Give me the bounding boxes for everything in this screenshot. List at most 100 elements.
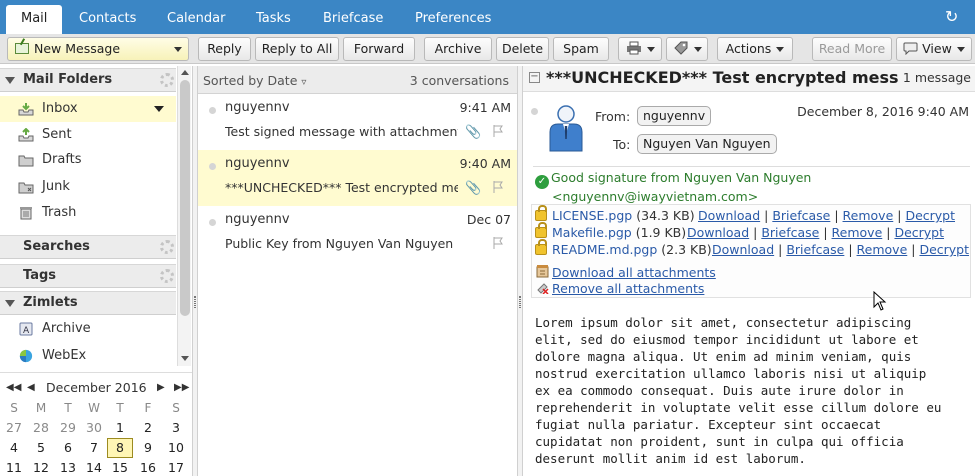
tag-button[interactable]	[666, 37, 708, 61]
splitter-grip[interactable]	[519, 296, 521, 308]
calendar-day[interactable]: 5	[28, 438, 54, 458]
archive-button[interactable]: Archive	[424, 37, 492, 61]
chevron-down-icon[interactable]	[174, 47, 182, 52]
folder-trash[interactable]: Trash	[0, 200, 176, 226]
calendar-day[interactable]: 3	[163, 418, 189, 438]
gear-icon[interactable]	[160, 73, 174, 87]
remove-all-link[interactable]: Remove all attachments	[552, 281, 704, 296]
collapse-icon[interactable]	[5, 300, 15, 307]
folder-sent[interactable]: Sent	[0, 122, 176, 148]
scroll-down-icon[interactable]	[181, 356, 189, 361]
flag-icon[interactable]	[493, 125, 503, 137]
tab-briefcase[interactable]: Briefcase	[308, 5, 398, 34]
scroll-thumb[interactable]	[180, 80, 190, 316]
calendar-day[interactable]: 13	[55, 458, 81, 476]
read-more-button[interactable]: Read More	[812, 37, 892, 61]
briefcase-link[interactable]: Briefcase	[761, 225, 819, 240]
next-month-icon[interactable]: ▶	[157, 382, 165, 393]
attachment-name[interactable]: Makefile.pgp (1.9 KB)	[552, 224, 686, 241]
download-link[interactable]: Download	[698, 208, 760, 223]
remove-link[interactable]: Remove	[832, 225, 883, 240]
actions-button[interactable]: Actions	[717, 37, 793, 61]
remove-link[interactable]: Remove	[857, 242, 908, 257]
reply-button[interactable]: Reply	[198, 37, 251, 61]
tab-tasks[interactable]: Tasks	[241, 5, 306, 34]
remove-link[interactable]: Remove	[843, 208, 894, 223]
calendar-day[interactable]: 29	[55, 418, 81, 438]
sort-button[interactable]: Sorted by Date ▿	[203, 73, 306, 88]
to-address-pill[interactable]: Nguyen Van Nguyen	[637, 134, 777, 154]
splitter-grip[interactable]	[194, 296, 196, 308]
calendar-day[interactable]: 12	[28, 458, 54, 476]
attachment-filename[interactable]: LICENSE.pgp	[552, 208, 632, 223]
tab-calendar[interactable]: Calendar	[152, 5, 240, 34]
calendar-day[interactable]: 16	[135, 458, 161, 476]
folder-junk[interactable]: Junk	[0, 174, 176, 200]
refresh-icon[interactable]: ↻	[945, 9, 961, 25]
decrypt-link[interactable]: Decrypt	[905, 208, 955, 223]
conversation-item[interactable]: nguyennv 9:40 AM ***UNCHECKED*** Test en…	[198, 150, 517, 206]
mail-folders-header[interactable]: Mail Folders	[0, 68, 176, 92]
zimlet-archive[interactable]: A Archive	[0, 316, 176, 342]
zimlets-header[interactable]: Zimlets	[0, 291, 176, 315]
calendar-day[interactable]: 6	[55, 438, 81, 458]
calendar-day[interactable]: 4	[1, 438, 27, 458]
prev-month-icon[interactable]: ◀	[27, 382, 35, 393]
calendar-day[interactable]: 9	[135, 438, 161, 458]
folder-scrollbar[interactable]	[177, 66, 191, 366]
decrypt-link[interactable]: Decrypt	[894, 225, 944, 240]
calendar-day[interactable]: 2	[135, 418, 161, 438]
decrypt-link[interactable]: Decrypt	[919, 242, 969, 257]
calendar-day[interactable]: 17	[163, 458, 189, 476]
collapse-icon[interactable]: −	[529, 72, 540, 83]
zimlet-webex[interactable]: WebEx	[0, 343, 176, 369]
conversation-item[interactable]: nguyennv Dec 07 Public Key from Nguyen V…	[198, 206, 517, 262]
tags-header[interactable]: Tags	[0, 264, 176, 288]
from-address-pill[interactable]: nguyennv	[637, 106, 712, 126]
conversation-item[interactable]: nguyennv 9:41 AM Test signed message wit…	[198, 94, 517, 150]
folder-inbox[interactable]: Inbox	[0, 96, 176, 122]
delete-button[interactable]: Delete	[496, 37, 549, 61]
tab-mail[interactable]: Mail	[6, 5, 63, 34]
gear-icon[interactable]	[160, 240, 174, 254]
forward-button[interactable]: Forward	[343, 37, 415, 61]
briefcase-link[interactable]: Briefcase	[772, 208, 830, 223]
tab-preferences[interactable]: Preferences	[400, 5, 506, 34]
scroll-up-icon[interactable]	[181, 70, 189, 75]
download-all-link[interactable]: Download all attachments	[552, 265, 716, 280]
calendar-day[interactable]: 7	[81, 438, 107, 458]
download-link[interactable]: Download	[712, 242, 774, 257]
next-year-icon[interactable]: ▶▶	[174, 382, 189, 393]
prev-year-icon[interactable]: ◀◀	[6, 382, 21, 393]
spam-button[interactable]: Spam	[553, 37, 609, 61]
calendar-day[interactable]: 27	[1, 418, 27, 438]
attachment-filename[interactable]: README.md.pgp	[552, 242, 657, 257]
reply-all-button[interactable]: Reply to All	[255, 37, 339, 61]
view-button[interactable]: View	[896, 37, 972, 61]
download-link[interactable]: Download	[687, 225, 749, 240]
unread-dot-icon[interactable]	[209, 219, 216, 226]
unread-dot-icon[interactable]	[209, 163, 216, 170]
attachment-name[interactable]: LICENSE.pgp (34.3 KB)	[552, 207, 695, 224]
calendar-day[interactable]: 30	[81, 418, 107, 438]
attachment-filename[interactable]: Makefile.pgp	[552, 225, 632, 240]
unread-dot-icon[interactable]	[209, 107, 216, 114]
print-button[interactable]	[618, 37, 662, 61]
calendar-day[interactable]: 28	[28, 418, 54, 438]
gear-icon[interactable]	[160, 269, 174, 283]
calendar-day-today[interactable]: 8	[107, 438, 133, 458]
searches-header[interactable]: Searches	[0, 235, 176, 259]
flag-icon[interactable]	[493, 237, 503, 249]
calendar-day[interactable]: 15	[107, 458, 133, 476]
collapse-icon[interactable]	[5, 77, 15, 84]
tab-contacts[interactable]: Contacts	[64, 5, 151, 34]
flag-icon[interactable]	[493, 181, 503, 193]
calendar-day[interactable]: 10	[163, 438, 189, 458]
unread-dot-icon[interactable]	[531, 108, 538, 115]
calendar-day[interactable]: 1	[107, 418, 133, 438]
new-message-button[interactable]: New Message	[7, 37, 189, 61]
attachment-name[interactable]: README.md.pgp (2.3 KB)	[552, 241, 712, 258]
briefcase-link[interactable]: Briefcase	[786, 242, 844, 257]
chevron-down-icon[interactable]	[154, 106, 164, 112]
calendar-day[interactable]: 11	[1, 458, 27, 476]
